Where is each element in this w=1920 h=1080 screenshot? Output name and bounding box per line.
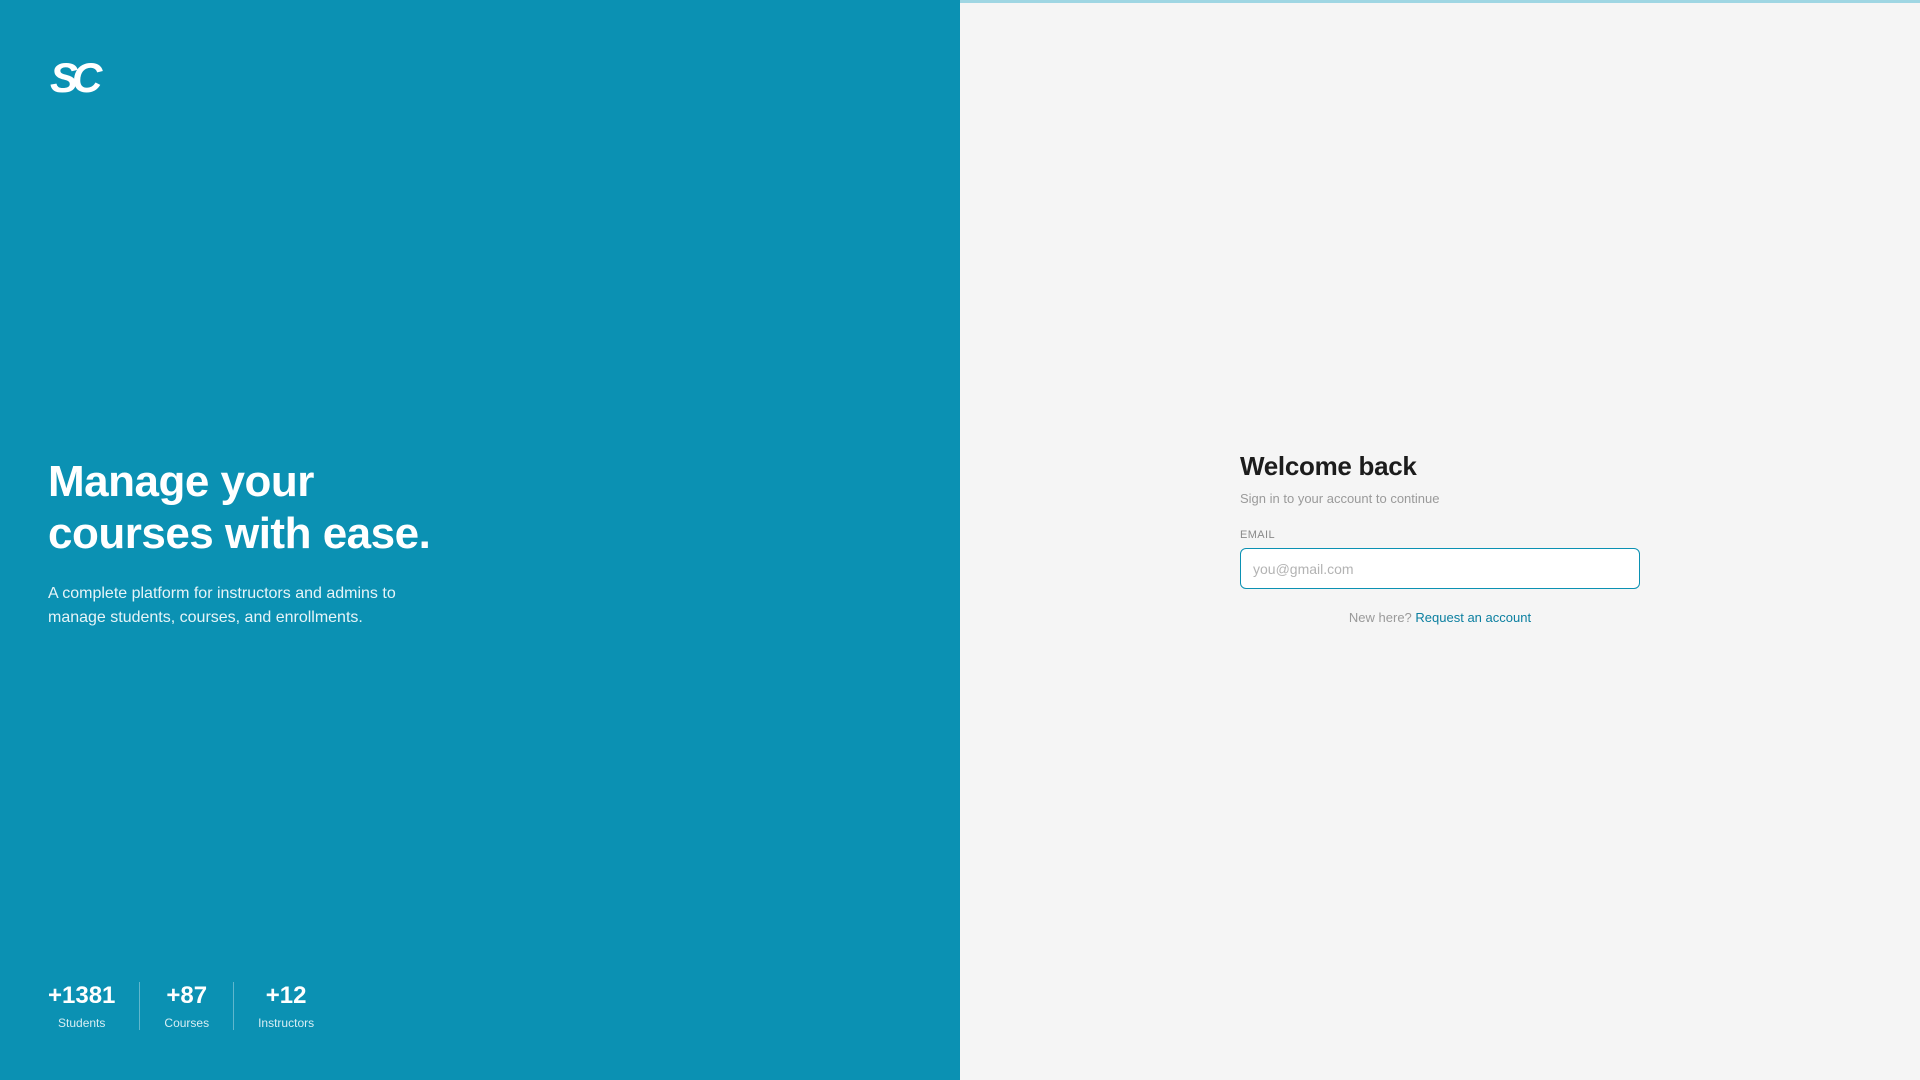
hero-panel: SC Manage your courses with ease. A comp… <box>0 0 960 1080</box>
email-input[interactable] <box>1240 548 1640 589</box>
stat-value: +87 <box>166 982 208 1009</box>
email-label: EMAIL <box>1240 529 1276 541</box>
stat-label: Instructors <box>258 1016 315 1030</box>
stat-students: +1381 Students <box>48 982 139 1030</box>
stat-instructors: +12 Instructors <box>233 982 338 1030</box>
hero-copy: Manage your courses with ease. A complet… <box>48 456 508 630</box>
hero-title-line-1: Manage your <box>48 457 314 506</box>
top-progress-bar <box>960 0 1920 3</box>
request-account-link[interactable]: Request an account <box>1415 610 1531 625</box>
hero-subtitle: A complete platform for instructors and … <box>48 585 396 626</box>
auth-title: Welcome back <box>1240 451 1417 481</box>
svg-text:SC: SC <box>50 54 103 98</box>
auth-subtitle: Sign in to your account to continue <box>1240 491 1440 506</box>
signup-prompt: New here? <box>1348 610 1412 625</box>
stat-label: Students <box>58 1016 106 1030</box>
auth-panel: Welcome back Sign in to your account to … <box>960 0 1920 1080</box>
hero-title-line-2: courses with ease. <box>48 509 431 558</box>
signup-row: New here? Request an account <box>1240 609 1640 627</box>
sign-in-form: Welcome back Sign in to your account to … <box>1240 450 1640 627</box>
stat-value: +1381 <box>48 982 116 1009</box>
stats-row: +1381 Students +87 Courses +12 Instructo… <box>48 982 338 1030</box>
stat-courses: +87 Courses <box>139 982 233 1030</box>
stat-value: +12 <box>265 982 307 1009</box>
stat-label: Courses <box>164 1016 210 1030</box>
sc-logo-icon: SC <box>50 54 104 98</box>
hero-title: Manage your courses with ease. <box>48 456 508 560</box>
